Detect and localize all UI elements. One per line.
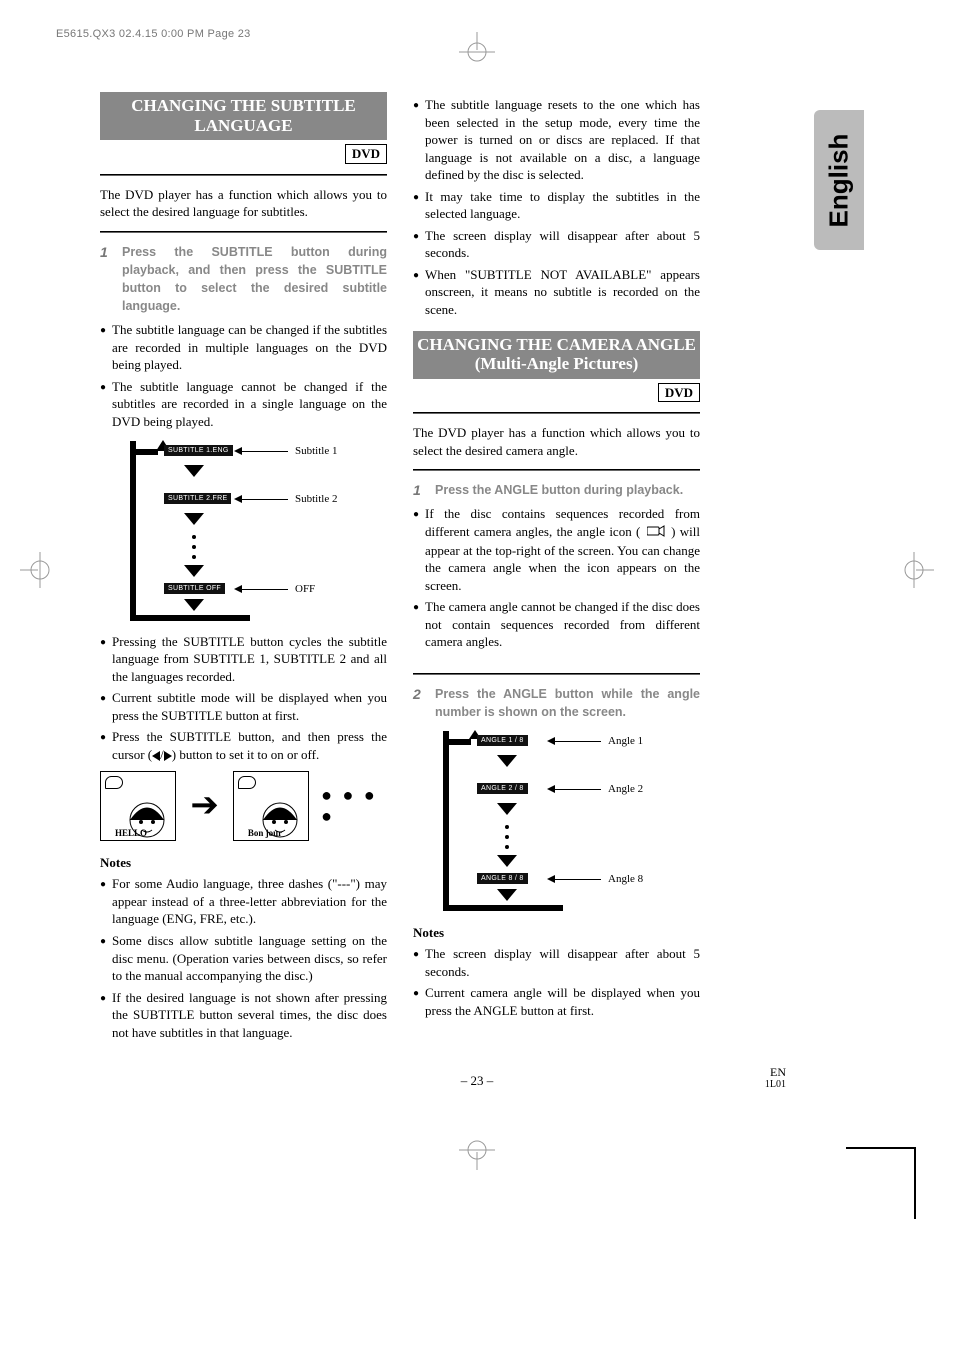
osd-angle-2: ANGLE 2 / 8 — [477, 783, 528, 794]
content-columns: CHANGING THE SUBTITLE LANGUAGE DVD The D… — [100, 92, 700, 1045]
speech-bubble-icon — [105, 776, 123, 789]
bullet-text: If the disc contains sequences recorded … — [425, 505, 700, 594]
note-text: Some discs allow subtitle language setti… — [112, 932, 387, 985]
note-text: When "SUBTITLE NOT AVAILABLE" appears on… — [425, 266, 700, 319]
footer-en: EN — [765, 1065, 786, 1079]
label-subtitle-1: Subtitle 1 — [295, 445, 337, 457]
badge-row: DVD — [100, 144, 387, 164]
footer-right: EN 1L01 — [765, 1065, 786, 1091]
bullet-list: The subtitle language can be changed if … — [100, 321, 387, 430]
divider — [100, 231, 387, 233]
arrow-right-icon: ➔ — [190, 789, 219, 823]
caption-hello: HELLO — [115, 828, 147, 838]
note-text: The subtitle language resets to the one … — [425, 96, 700, 184]
osd-angle-8: ANGLE 8 / 8 — [477, 873, 528, 884]
cartoon-panel-bonjour: Bon jour — [233, 771, 309, 841]
label-angle-2: Angle 2 — [608, 783, 643, 795]
crop-mark-bottom-icon — [457, 1130, 497, 1170]
notes-list: For some Audio language, three dashes ("… — [100, 875, 387, 1041]
notes-heading: Notes — [413, 925, 700, 941]
notes-heading: Notes — [100, 855, 387, 871]
right-column: The subtitle language resets to the one … — [413, 92, 700, 1045]
bullet-text: Current subtitle mode will be displayed … — [112, 689, 387, 724]
divider — [413, 412, 700, 414]
divider — [100, 174, 387, 176]
cartoon-panel-hello: HELLO — [100, 771, 176, 841]
crop-mark-right-icon — [894, 550, 934, 590]
dvd-badge: DVD — [658, 383, 700, 403]
divider — [413, 673, 700, 675]
page: E5615.QX3 02.4.15 0:00 PM Page 23 Englis… — [0, 0, 954, 1349]
step-text: Press the ANGLE button during playback. — [435, 481, 683, 499]
language-tab-label: English — [824, 133, 855, 227]
osd-subtitle-1: SUBTITLE 1.ENG — [164, 445, 233, 456]
step-1: 1 Press the ANGLE button during playback… — [413, 481, 700, 499]
crop-corner-icon — [846, 1147, 916, 1149]
step-number: 1 — [413, 481, 425, 499]
osd-subtitle-2: SUBTITLE 2.FRE — [164, 493, 231, 504]
label-angle-8: Angle 8 — [608, 873, 643, 885]
bullet-list-continued: The subtitle language resets to the one … — [413, 96, 700, 319]
intro-text: The DVD player has a function which allo… — [100, 186, 387, 221]
step-number: 2 — [413, 685, 425, 721]
note-text: Current camera angle will be displayed w… — [425, 984, 700, 1019]
cursor-left-icon — [152, 751, 160, 761]
ellipsis-icon: ● ● ● ● — [321, 785, 387, 827]
osd-subtitle-off: SUBTITLE OFF — [164, 583, 225, 594]
page-number: – 23 – — [461, 1073, 494, 1089]
note-text: The screen display will disappear after … — [425, 227, 700, 262]
left-column: CHANGING THE SUBTITLE LANGUAGE DVD The D… — [100, 92, 387, 1045]
osd-angle-1: ANGLE 1 / 8 — [477, 735, 528, 746]
language-tab: English — [814, 110, 864, 250]
step-text: Press the ANGLE button while the angle n… — [435, 685, 700, 721]
note-text: For some Audio language, three dashes ("… — [112, 875, 387, 928]
step-2: 2 Press the ANGLE button while the angle… — [413, 685, 700, 721]
note-text: It may take time to display the subtitle… — [425, 188, 700, 223]
caption-bonjour: Bon jour — [248, 828, 282, 838]
cartoon-row: HELLO ➔ Bon jour ● ● ● ● — [100, 771, 387, 841]
crop-mark-top-icon — [457, 32, 497, 72]
label-angle-1: Angle 1 — [608, 735, 643, 747]
bullet-text: The camera angle cannot be changed if th… — [425, 598, 700, 651]
section-title-angle: CHANGING THE CAMERA ANGLE (Multi-Angle P… — [413, 331, 700, 379]
label-subtitle-off: OFF — [295, 583, 315, 595]
bullet-list: If the disc contains sequences recorded … — [413, 505, 700, 651]
label-subtitle-2: Subtitle 2 — [295, 493, 337, 505]
bullet-text: The subtitle language can be changed if … — [112, 321, 387, 374]
cursor-right-icon — [164, 751, 172, 761]
bullet-text: Pressing the SUBTITLE button cycles the … — [112, 633, 387, 686]
dvd-badge: DVD — [345, 144, 387, 164]
speech-bubble-icon — [238, 776, 256, 789]
bullet-text: Press the SUBTITLE button, and then pres… — [112, 728, 387, 763]
step-1: 1 Press the SUBTITLE button during playb… — [100, 243, 387, 316]
print-header: E5615.QX3 02.4.15 0:00 PM Page 23 — [56, 28, 251, 40]
step-number: 1 — [100, 243, 112, 316]
note-text: If the desired language is not shown aft… — [112, 989, 387, 1042]
step-text: Press the SUBTITLE button during playbac… — [122, 243, 387, 316]
notes-list: The screen display will disappear after … — [413, 945, 700, 1019]
angle-icon — [647, 524, 665, 542]
intro-text: The DVD player has a function which allo… — [413, 424, 700, 459]
footer-code: 1L01 — [765, 1079, 786, 1091]
bullet-list: Pressing the SUBTITLE button cycles the … — [100, 633, 387, 764]
crop-corner-icon — [914, 1149, 916, 1219]
subtitle-cycle-diagram: SUBTITLE 1.ENG Subtitle 1 SUBTITLE 2.FRE… — [130, 441, 380, 621]
note-text: The screen display will disappear after … — [425, 945, 700, 980]
angle-cycle-diagram: ANGLE 1 / 8 Angle 1 ANGLE 2 / 8 Angle 2 … — [443, 731, 693, 911]
section-title-subtitle: CHANGING THE SUBTITLE LANGUAGE — [100, 92, 387, 140]
badge-row: DVD — [413, 383, 700, 403]
bullet-text: The subtitle language cannot be changed … — [112, 378, 387, 431]
divider — [413, 469, 700, 471]
crop-mark-left-icon — [20, 550, 60, 590]
